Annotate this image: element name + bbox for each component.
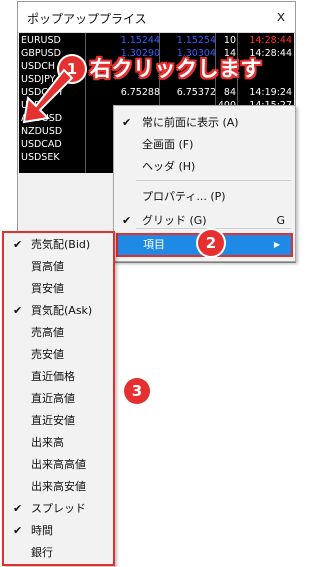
close-icon[interactable]: x: [273, 9, 289, 25]
arrow-icon: [22, 68, 74, 124]
title-bar: ポップアッププライス x: [18, 2, 295, 33]
quote-ask: 6.75372: [176, 87, 216, 98]
quote-bid: 1.15244: [120, 35, 160, 46]
menu-shortcut: G: [276, 214, 285, 227]
step-3-badge: 3: [124, 378, 150, 404]
quote-symbol: USDCAD: [21, 139, 62, 150]
step-2-badge: 2: [198, 230, 224, 256]
quote-row[interactable]: EURUSD 1.15244 1.15254 10 14:28:44: [19, 34, 294, 47]
menu-item-label: 項目: [143, 238, 165, 251]
menu-item-label: プロパティ... (P): [142, 190, 226, 203]
quote-spread: 10: [223, 35, 236, 46]
menu-item-label: 常に前面に表示 (A): [142, 116, 239, 129]
menu-item-label: ヘッダ (H): [142, 160, 196, 173]
quote-ask: 1.15254: [176, 35, 216, 46]
quote-bid: 6.75288: [120, 87, 160, 98]
window-title: ポップアッププライス: [27, 12, 147, 26]
menu-separator: [136, 180, 291, 181]
submenu-highlight-box: [2, 231, 115, 566]
check-icon: ✔: [122, 116, 132, 129]
quote-symbol: USDSEK: [21, 152, 60, 163]
quote-spread: 84: [223, 87, 236, 98]
quote-time: 14:28:44: [249, 35, 292, 46]
menu-item-label: グリッド (G): [142, 214, 207, 227]
context-menu-item[interactable]: ✔ 常に前面に表示 (A): [114, 112, 295, 134]
quote-symbol: NZDUSD: [21, 126, 63, 137]
context-menu-item[interactable]: プロパティ... (P): [114, 186, 295, 208]
context-menu-item[interactable]: ✔ グリッド (G) G: [114, 210, 295, 232]
context-menu-item[interactable]: 全画面 (F): [114, 134, 295, 156]
context-menu-item[interactable]: ヘッダ (H): [114, 156, 295, 178]
quote-time: 14:19:24: [249, 87, 292, 98]
quote-symbol: EURUSD: [21, 35, 61, 46]
check-icon: ✔: [122, 214, 132, 227]
quote-symbol: GBPUSD: [21, 48, 61, 59]
menu-item-label: 全画面 (F): [142, 138, 194, 151]
submenu-arrow-icon: ▶: [273, 240, 280, 249]
step-1-callout: 右クリックします: [90, 57, 262, 81]
